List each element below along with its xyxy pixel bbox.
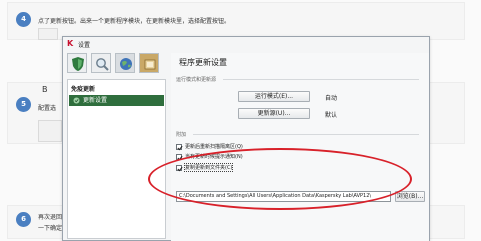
settings-window: K 设置 免疫更新 更新设置 程序更新设置 运行模式和更新源 运行模式(E)..… [62, 36, 430, 241]
search-icon [96, 58, 109, 71]
sidebar-item-label: 更新设置 [83, 97, 108, 104]
section-heading: 附加 [176, 132, 187, 138]
toolbar [67, 53, 167, 75]
tools-button[interactable] [139, 53, 159, 73]
settings-sidebar: 免疫更新 更新设置 [67, 79, 166, 239]
step-instruction: 再次退回 [38, 214, 63, 221]
step-instruction: 一下确定 [38, 225, 63, 232]
step-number-badge: 4 [16, 12, 31, 27]
update-globe-icon [120, 58, 132, 70]
checkmark-icon [177, 145, 183, 151]
shield-icon [72, 57, 84, 71]
step-number-badge: 6 [16, 212, 31, 227]
update-source-button[interactable]: 更新源(U)... [238, 108, 310, 119]
sidebar-group-label: 免疫更新 [71, 86, 96, 93]
section-heading: 运行模式和更新源 [176, 77, 217, 83]
section-divider [193, 134, 419, 135]
title-bar: K 设置 [63, 37, 429, 51]
folder-icon [144, 59, 156, 70]
step-number-badge: 5 [16, 97, 31, 112]
update-source-value: 默认 [325, 112, 338, 119]
update-button[interactable] [115, 53, 135, 73]
step-instruction: 配置选 [38, 105, 57, 112]
window-title: 设置 [78, 42, 91, 49]
rescan-quarantine-checkbox[interactable] [176, 144, 183, 151]
update-settings-icon [73, 97, 80, 104]
browse-button[interactable]: 浏览(B)... [395, 191, 425, 202]
run-mode-value: 自动 [325, 95, 338, 102]
highlight-ellipse [148, 148, 412, 210]
kaspersky-logo-icon: K [67, 39, 74, 48]
settings-content: 程序更新设置 运行模式和更新源 运行模式(E)... 自动 更新源(U)... … [171, 53, 429, 241]
sidebar-item-update-settings[interactable]: 更新设置 [69, 95, 164, 106]
page-title: 程序更新设置 [179, 58, 227, 67]
protection-button[interactable] [67, 53, 87, 73]
section-divider [223, 79, 419, 80]
step-thumbnail [38, 28, 58, 40]
scan-button[interactable] [91, 53, 111, 73]
step-instruction: 点了更新按钮。出来一个更新程序模块，在更新模块里，选择配置按钮。 [38, 18, 231, 25]
step-letter: B [42, 85, 48, 94]
step-thumbnail [38, 120, 62, 142]
run-mode-button[interactable]: 运行模式(E)... [238, 91, 310, 102]
